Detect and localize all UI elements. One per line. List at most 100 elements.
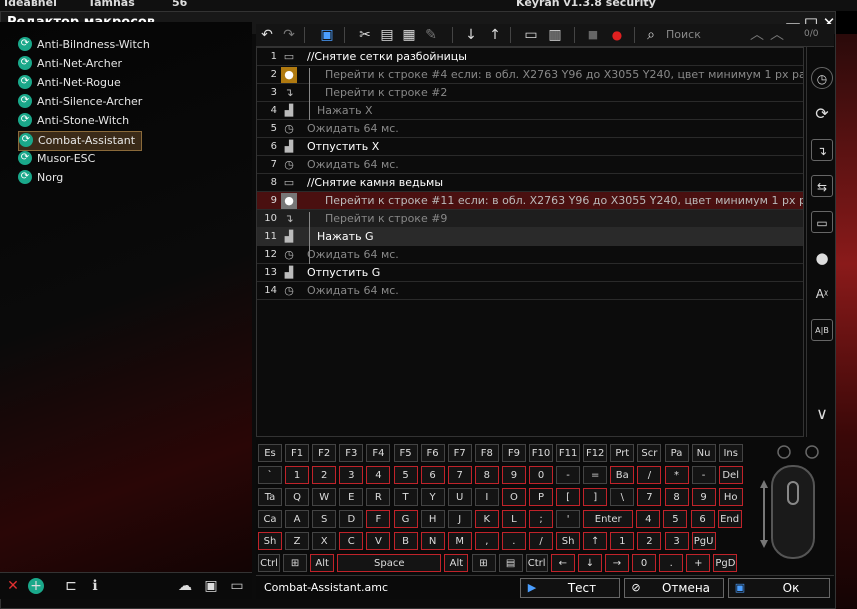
key[interactable]: W [312,488,337,506]
key[interactable]: 7 [447,466,472,484]
key[interactable]: F1 [285,444,310,462]
key[interactable]: F8 [474,444,499,462]
macro-item[interactable]: ⟳ Combat-Assistant [18,131,143,151]
key[interactable]: U [447,488,472,506]
key[interactable]: Scr [637,444,662,462]
info-icon[interactable]: ℹ [86,577,104,595]
key[interactable]: Alt [310,554,335,572]
key[interactable]: . [659,554,684,572]
key[interactable]: G [393,510,418,528]
action-row[interactable]: 4 ▟ Нажать X [257,102,803,120]
key[interactable]: F2 [312,444,337,462]
redo-icon[interactable]: ↷ [280,26,298,44]
key[interactable]: O [501,488,526,506]
translate-icon[interactable]: Aᵡ [811,283,833,305]
key[interactable]: Y [420,488,445,506]
key[interactable]: 8 [474,466,499,484]
key[interactable]: Ins [718,444,743,462]
macro-item[interactable]: ⟳ Anti-Net-Archer [18,55,122,73]
key[interactable]: Es [258,444,282,462]
key[interactable]: Nu [691,444,716,462]
goto-icon[interactable]: ↴ [811,139,833,161]
folder-icon[interactable]: ▭ [228,577,246,595]
clock-icon[interactable]: ◷ [811,67,833,89]
delete-line-icon[interactable]: ▭ [522,26,540,44]
comment-icon[interactable]: ▭ [811,211,833,233]
action-row[interactable]: 8 ▭ //Снятие камня ведьмы [257,174,803,192]
key[interactable]: ] [583,488,608,506]
key[interactable]: → [605,554,629,572]
key[interactable]: Enter [583,510,634,528]
key[interactable]: M [447,532,472,550]
key[interactable]: Ca [258,510,282,528]
key[interactable]: ⊞ [471,554,496,572]
delete-all-icon[interactable]: ▥ [546,26,564,44]
macro-item[interactable]: ⟳ Anti-Net-Rogue [18,74,121,92]
key[interactable]: B [393,532,418,550]
key[interactable]: / [637,466,662,484]
move-down-icon[interactable]: ↓ [462,26,480,44]
chevron-up-icon[interactable]: ︿ [748,26,766,44]
key[interactable]: Sh [556,532,581,550]
key[interactable]: PgU [691,532,716,550]
key[interactable]: Alt [444,554,469,572]
key[interactable]: 9 [691,488,716,506]
rename-icon[interactable]: ⊏ [62,577,80,595]
drop-icon[interactable]: ● [811,247,833,269]
action-row[interactable]: 2 ● Перейти к строке #4 если: в обл. X2763… [257,66,803,84]
key[interactable]: \ [610,488,635,506]
delete-icon[interactable]: ✕ [4,577,22,595]
ok-button[interactable]: ▣ Ок [728,578,830,598]
key[interactable]: ← [550,554,575,572]
key[interactable]: F4 [366,444,391,462]
key[interactable]: I [474,488,499,506]
undo-icon[interactable]: ↶ [258,26,276,44]
key[interactable]: S [312,510,337,528]
stop-icon[interactable]: ■ [584,26,602,44]
key[interactable]: Prt [610,444,635,462]
key[interactable]: 1 [285,466,310,484]
cut-icon[interactable]: ✂ [356,26,374,44]
key[interactable]: F7 [447,444,472,462]
key[interactable]: / [529,532,553,550]
key[interactable]: ' [556,510,581,528]
action-row[interactable]: 13 ▟ Отпустить G [257,264,803,282]
save-file-icon[interactable]: ▣ [202,577,220,595]
key[interactable]: 4 [636,510,661,528]
cloud-icon[interactable]: ☁ [176,577,194,595]
action-row[interactable]: 3 ↴ Перейти к строке #2 [257,84,803,102]
key[interactable]: ; [529,510,553,528]
key[interactable]: 7 [637,488,662,506]
key[interactable]: T [393,488,418,506]
key[interactable]: ⊞ [283,554,308,572]
key[interactable]: . [501,532,526,550]
save-icon[interactable]: ▣ [318,26,336,44]
key[interactable]: 3 [664,532,689,550]
key[interactable]: 6 [420,466,445,484]
action-row[interactable]: 14 ◷ Ожидать 64 мс. [257,282,803,300]
record-icon[interactable]: ● [608,26,626,44]
key[interactable]: 8 [664,488,689,506]
add-icon[interactable]: + [28,578,44,594]
macro-item[interactable]: ⟳ Musor-ESC [18,150,95,168]
key[interactable]: Pa [664,444,689,462]
key[interactable]: 2 [637,532,662,550]
key[interactable]: Sh [258,532,282,550]
action-row[interactable]: 5 ◷ Ожидать 64 мс. [257,120,803,138]
key[interactable]: 1 [610,532,635,550]
action-row[interactable]: 11 ▟ Нажать G [257,228,803,246]
key[interactable]: C [339,532,364,550]
key[interactable]: ↑ [583,532,608,550]
key[interactable]: L [501,510,526,528]
key[interactable]: X [312,532,337,550]
key[interactable]: F12 [583,444,608,462]
action-row[interactable]: 9 ● Перейти к строке #11 если: в обл. X276… [257,192,803,210]
key[interactable]: PgD [713,554,738,572]
key[interactable]: 6 [690,510,715,528]
key[interactable]: ▤ [498,554,523,572]
cancel-button[interactable]: ⊘ Отмена [624,578,724,598]
key[interactable]: F10 [529,444,553,462]
macro-item[interactable]: ⟳ Anti-Stone-Witch [18,112,129,130]
key[interactable]: P [529,488,553,506]
key[interactable]: 3 [339,466,364,484]
